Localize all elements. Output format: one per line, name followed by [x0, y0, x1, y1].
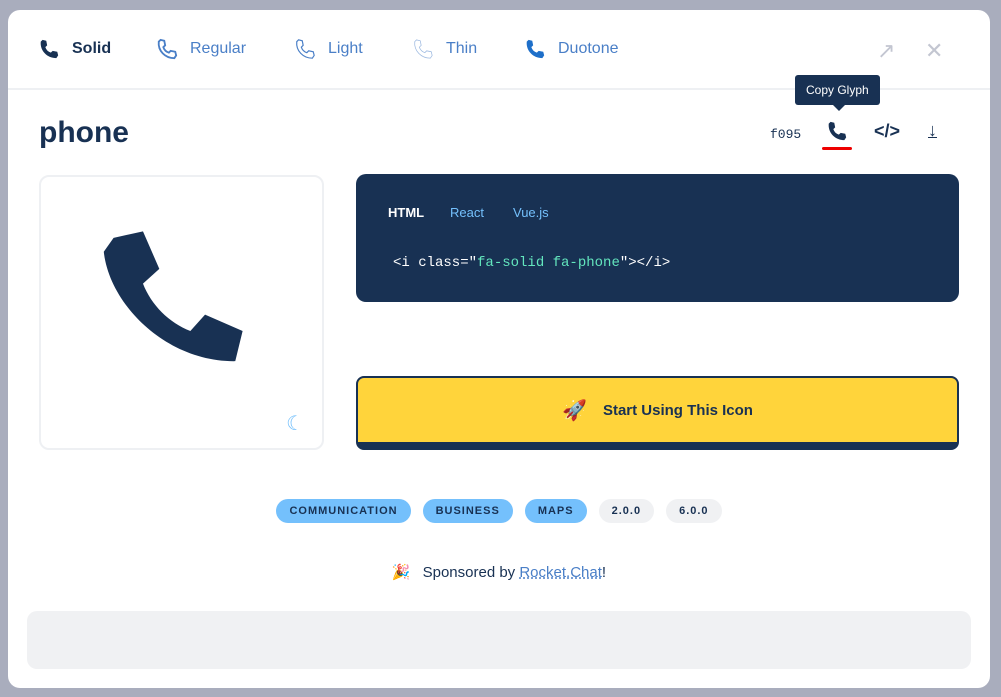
icon-preview: ☾ [39, 175, 324, 450]
code-snippet[interactable]: <i class="fa-solid fa-phone"></i> [393, 255, 670, 271]
code-tab-vue[interactable]: Vue.js [513, 205, 549, 220]
party-popper-icon: 🎉 [391, 564, 411, 581]
sponsor-text: Sponsored by [422, 564, 520, 581]
copy-glyph-button[interactable] [822, 120, 852, 150]
tab-label: Regular [190, 40, 247, 57]
code-tab-html[interactable]: HTML [388, 205, 424, 220]
phone-icon [828, 121, 847, 141]
tab-thin[interactable]: Thin [412, 38, 477, 60]
phone-icon [157, 38, 178, 60]
tooltip: Copy Glyph [795, 75, 880, 111]
tag-list: COMMUNICATION BUSINESS MAPS 2.0.0 6.0.0 [8, 499, 990, 523]
phone-icon [40, 39, 59, 59]
tab-solid[interactable]: Solid [38, 38, 111, 60]
unicode-value[interactable]: f095 [770, 127, 801, 142]
sponsor-link[interactable]: Rocket.Chat [519, 564, 602, 581]
tab-label: Light [328, 40, 363, 57]
phone-icon [103, 231, 243, 362]
version-badge: 6.0.0 [666, 499, 722, 523]
code-icon[interactable]: </> [874, 121, 900, 142]
tab-label: Thin [446, 40, 478, 57]
phone-icon [526, 39, 545, 59]
active-underline [822, 147, 852, 150]
start-using-button[interactable]: 🚀 Start Using This Icon [356, 376, 959, 450]
tab-light[interactable]: Light [294, 38, 363, 60]
icon-detail-modal: Solid Regular Light Thin Duotone ↗ ✕ pho… [8, 10, 990, 688]
tab-label: Duotone [558, 40, 619, 57]
sponsor-line: 🎉 Sponsored by Rocket.Chat! [8, 563, 990, 581]
code-tab-react[interactable]: React [450, 205, 484, 220]
tab-duotone[interactable]: Duotone [524, 38, 619, 60]
ad-area [27, 611, 971, 669]
code-snippet-panel: HTML React Vue.js <i class="fa-solid fa-… [356, 174, 959, 302]
version-badge: 2.0.0 [598, 499, 655, 523]
phone-icon [414, 39, 433, 59]
download-icon[interactable]: ↓ [928, 120, 937, 141]
code-pre: <i class=" [393, 255, 478, 271]
code-post: "></i> [619, 255, 671, 271]
tag-communication[interactable]: COMMUNICATION [276, 499, 411, 523]
rocket-icon: 🚀 [562, 399, 587, 422]
sponsor-suffix: ! [601, 564, 607, 581]
cta-label: Start Using This Icon [602, 401, 753, 419]
phone-icon [296, 39, 315, 59]
tab-label: Solid [72, 40, 112, 57]
tag-maps[interactable]: MAPS [524, 499, 587, 523]
expand-icon[interactable]: ↗ [877, 38, 895, 64]
dark-mode-icon[interactable]: ☾ [286, 411, 304, 436]
tag-business[interactable]: BUSINESS [422, 499, 513, 523]
page-title: phone [39, 116, 129, 149]
code-class: fa-solid fa-phone [477, 255, 620, 271]
close-icon[interactable]: ✕ [925, 38, 943, 64]
tab-regular[interactable]: Regular [156, 38, 246, 60]
